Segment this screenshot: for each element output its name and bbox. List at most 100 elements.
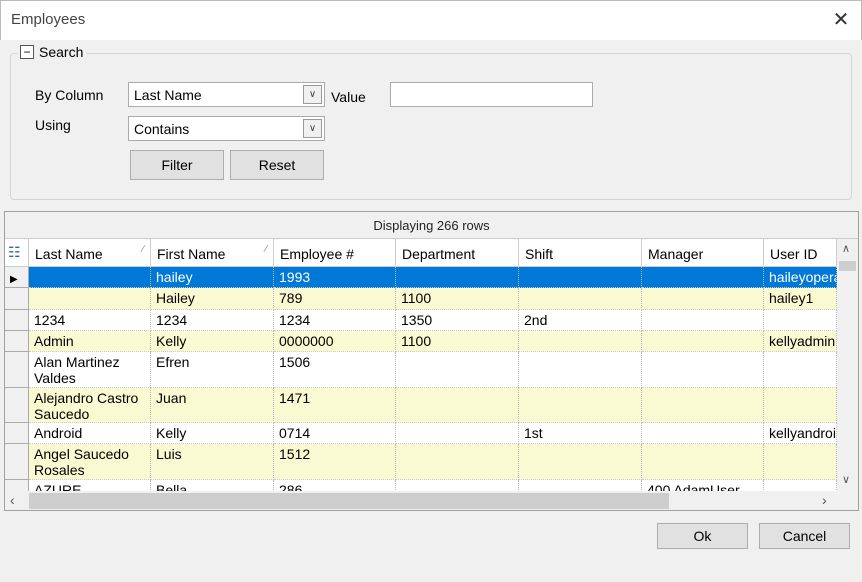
- column-header-label: Manager: [648, 246, 704, 262]
- table-cell[interactable]: 1506: [274, 352, 396, 388]
- table-cell[interactable]: [764, 352, 837, 388]
- value-input[interactable]: [390, 82, 593, 107]
- table-cell[interactable]: [642, 423, 764, 444]
- table-cell[interactable]: 789: [274, 288, 396, 310]
- table-cell[interactable]: 1st: [519, 423, 642, 444]
- search-legend-label: Search: [39, 44, 84, 60]
- row-header[interactable]: [5, 352, 29, 388]
- table-cell[interactable]: [519, 388, 642, 423]
- table-cell[interactable]: 1234: [29, 310, 151, 331]
- scroll-down-icon[interactable]: ∨: [842, 473, 850, 486]
- cancel-button[interactable]: Cancel: [759, 523, 850, 549]
- table-cell[interactable]: Admin: [29, 331, 151, 352]
- table-cell[interactable]: 1471: [274, 388, 396, 423]
- table-cell[interactable]: 1100: [396, 288, 519, 310]
- vertical-scrollbar[interactable]: ∧ ∨: [837, 239, 858, 491]
- grid-caption: Displaying 266 rows: [5, 212, 858, 239]
- table-cell[interactable]: Juan: [151, 388, 274, 423]
- chevron-down-icon[interactable]: ∨: [303, 119, 322, 138]
- table-cell[interactable]: Kelly: [151, 423, 274, 444]
- table-cell[interactable]: 1234: [151, 310, 274, 331]
- collapse-icon[interactable]: −: [20, 45, 34, 59]
- table-cell[interactable]: [764, 310, 837, 331]
- column-header[interactable]: Department: [396, 239, 519, 267]
- sort-icon: ⁄: [265, 244, 267, 255]
- table-cell[interactable]: [29, 267, 151, 288]
- table-cell[interactable]: Android: [29, 423, 151, 444]
- table-cell[interactable]: 2nd: [519, 310, 642, 331]
- table-cell[interactable]: 1993: [274, 267, 396, 288]
- value-label: Value: [331, 89, 366, 105]
- table-cell[interactable]: Luis: [151, 444, 274, 480]
- table-cell[interactable]: [642, 331, 764, 352]
- column-header[interactable]: Shift: [519, 239, 642, 267]
- scroll-up-icon[interactable]: ∧: [842, 242, 850, 255]
- row-header[interactable]: [5, 423, 29, 444]
- table-cell[interactable]: [519, 444, 642, 480]
- filter-button[interactable]: Filter: [130, 150, 224, 180]
- scroll-right-icon[interactable]: ›: [822, 492, 827, 508]
- table-cell[interactable]: 0000000: [274, 331, 396, 352]
- table-cell[interactable]: haileyoperator: [764, 267, 837, 288]
- table-cell[interactable]: kellyandroid: [764, 423, 837, 444]
- by-column-select[interactable]: Last Name ∨: [128, 82, 325, 107]
- table-cell[interactable]: [642, 310, 764, 331]
- row-header[interactable]: ▶: [5, 267, 29, 288]
- table-cell[interactable]: [764, 388, 837, 423]
- table-cell[interactable]: [642, 444, 764, 480]
- window-title: Employees: [11, 11, 86, 28]
- column-header[interactable]: Employee #: [274, 239, 396, 267]
- column-header[interactable]: First Name ⁄: [151, 239, 274, 267]
- chevron-down-icon[interactable]: ∨: [303, 85, 322, 104]
- table-cell[interactable]: Efren: [151, 352, 274, 388]
- table-cell[interactable]: [396, 352, 519, 388]
- column-header-label: Department: [402, 246, 476, 262]
- table-cell[interactable]: 0714: [274, 423, 396, 444]
- row-header[interactable]: [5, 331, 29, 352]
- close-icon[interactable]: ✕: [830, 7, 852, 32]
- scroll-left-icon[interactable]: ‹: [10, 492, 15, 508]
- table-cell[interactable]: [519, 331, 642, 352]
- row-header[interactable]: [5, 388, 29, 423]
- table-cell[interactable]: [642, 267, 764, 288]
- ok-button[interactable]: Ok: [657, 523, 748, 549]
- column-chooser-icon[interactable]: ☷: [5, 239, 29, 267]
- table-cell[interactable]: [396, 423, 519, 444]
- column-header[interactable]: Manager: [642, 239, 764, 267]
- table-cell[interactable]: Angel Saucedo Rosales: [29, 444, 151, 480]
- row-header[interactable]: [5, 310, 29, 331]
- using-select[interactable]: Contains ∨: [128, 116, 325, 141]
- column-header[interactable]: Last Name ⁄: [29, 239, 151, 267]
- table-cell[interactable]: kellyadmin: [764, 331, 837, 352]
- table-cell[interactable]: 1100: [396, 331, 519, 352]
- row-header[interactable]: [5, 444, 29, 480]
- table-cell[interactable]: 1350: [396, 310, 519, 331]
- horizontal-scroll-thumb[interactable]: [29, 493, 669, 509]
- vertical-scroll-thumb[interactable]: [839, 261, 856, 271]
- table-cell[interactable]: Hailey: [151, 288, 274, 310]
- table-cell[interactable]: [642, 388, 764, 423]
- table-cell[interactable]: Alejandro Castro Saucedo: [29, 388, 151, 423]
- table-cell[interactable]: 1512: [274, 444, 396, 480]
- table-cell[interactable]: hailey1: [764, 288, 837, 310]
- table-cell[interactable]: [764, 444, 837, 480]
- table-cell[interactable]: [29, 288, 151, 310]
- table-cell[interactable]: Kelly: [151, 331, 274, 352]
- table-cell[interactable]: [642, 352, 764, 388]
- table-cell[interactable]: 1234: [274, 310, 396, 331]
- table-cell[interactable]: [519, 288, 642, 310]
- table-cell[interactable]: [519, 352, 642, 388]
- table-cell[interactable]: Alan Martinez Valdes: [29, 352, 151, 388]
- column-header[interactable]: User ID: [764, 239, 837, 267]
- table-cell[interactable]: [396, 388, 519, 423]
- row-header[interactable]: [5, 288, 29, 310]
- column-header-label: First Name: [157, 246, 226, 262]
- table-cell[interactable]: [396, 444, 519, 480]
- table-cell[interactable]: [642, 288, 764, 310]
- table-cell[interactable]: hailey: [151, 267, 274, 288]
- horizontal-scrollbar[interactable]: ‹ ›: [5, 491, 858, 510]
- using-value: Contains: [134, 120, 190, 137]
- table-cell[interactable]: [519, 267, 642, 288]
- reset-button[interactable]: Reset: [230, 150, 324, 180]
- table-cell[interactable]: [396, 267, 519, 288]
